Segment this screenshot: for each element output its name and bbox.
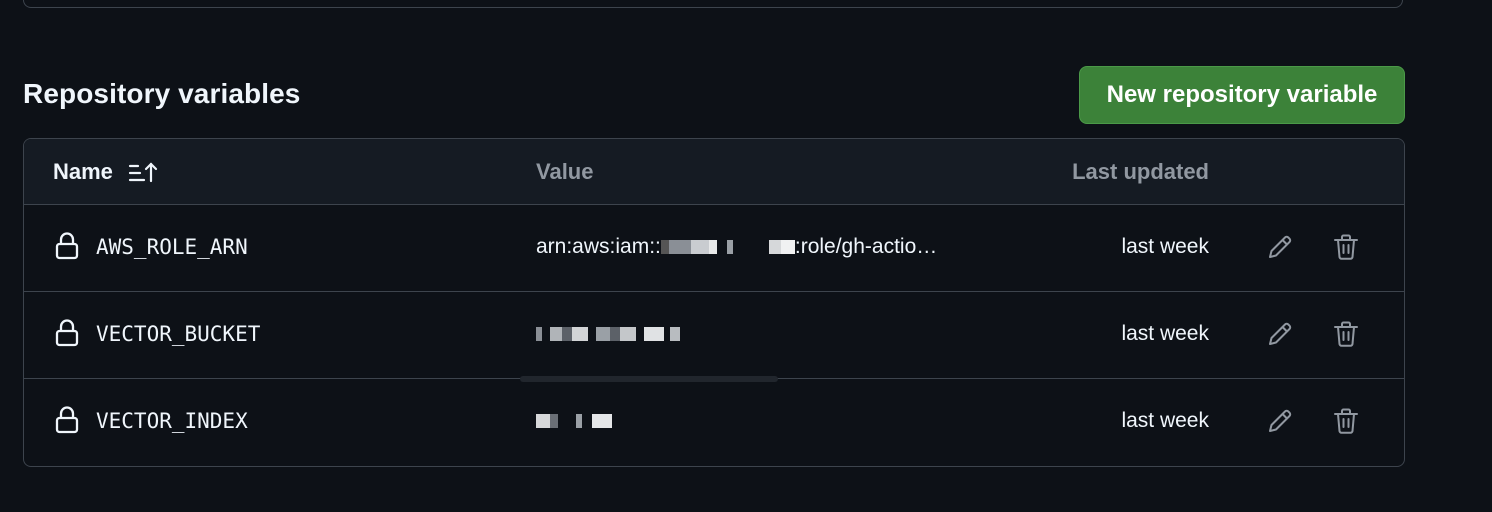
value-suffix: :role/gh-actio… — [794, 235, 938, 258]
redacted-text — [536, 409, 612, 432]
table-row: VECTOR_BUCKET last week — [24, 292, 1404, 379]
scroll-indicator — [520, 376, 778, 382]
pencil-icon[interactable] — [1264, 405, 1296, 437]
pencil-icon[interactable] — [1264, 318, 1296, 350]
table-row: VECTOR_INDEX last week — [24, 379, 1404, 466]
variable-name: VECTOR_BUCKET — [96, 322, 261, 346]
lock-icon — [55, 232, 79, 260]
header-name-sort[interactable]: Name — [53, 159, 113, 185]
new-repository-variable-button[interactable]: New repository variable — [1079, 66, 1405, 124]
previous-section-box — [23, 0, 1403, 8]
variable-value — [536, 322, 680, 346]
trash-icon[interactable] — [1330, 405, 1362, 437]
lock-icon — [55, 406, 79, 434]
header-last-updated: Last updated — [1072, 159, 1209, 184]
header-value: Value — [536, 159, 594, 184]
table-header: Name Value Last updated — [24, 139, 1404, 205]
sort-ascending-icon[interactable] — [128, 161, 160, 185]
last-updated: last week — [1121, 322, 1209, 345]
value-prefix: arn:aws:iam:: — [536, 235, 661, 258]
variable-value: arn:aws:iam:::role/gh-actio… — [536, 235, 937, 259]
variable-value — [536, 409, 612, 433]
trash-icon[interactable] — [1330, 318, 1362, 350]
last-updated: last week — [1121, 235, 1209, 258]
last-updated: last week — [1121, 409, 1209, 432]
trash-icon[interactable] — [1330, 231, 1362, 263]
variable-name: VECTOR_INDEX — [96, 409, 248, 433]
pencil-icon[interactable] — [1264, 231, 1296, 263]
variables-table: Name Value Last updated AWS_ROLE_ARN arn… — [23, 138, 1405, 467]
redacted-text — [536, 322, 680, 345]
variable-name: AWS_ROLE_ARN — [96, 235, 248, 259]
redacted-text — [660, 235, 795, 258]
lock-icon — [55, 319, 79, 347]
table-row: AWS_ROLE_ARN arn:aws:iam:::role/gh-actio… — [24, 205, 1404, 292]
section-title: Repository variables — [23, 78, 301, 109]
